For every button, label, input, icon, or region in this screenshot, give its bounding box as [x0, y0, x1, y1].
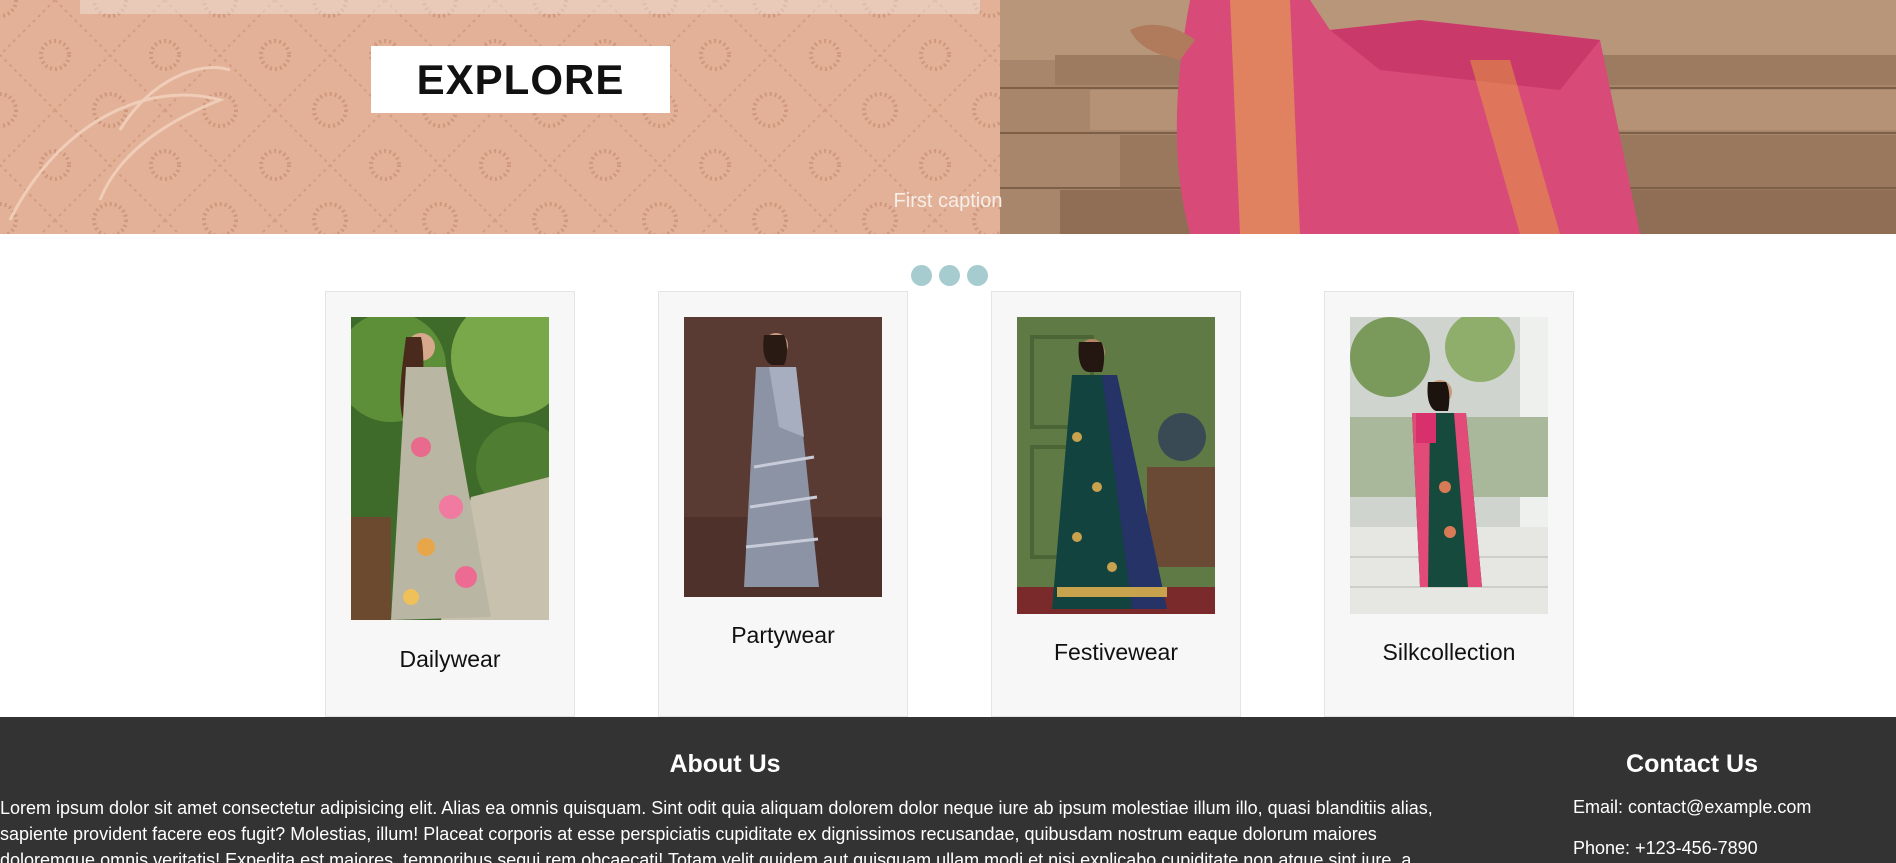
contact-email[interactable]: Email: contact@example.com — [1573, 797, 1811, 818]
about-us-text: Lorem ipsum dolor sit amet consectetur a… — [0, 798, 1433, 863]
carousel-indicators — [911, 265, 988, 286]
festivewear-image[interactable] — [1017, 317, 1215, 614]
carousel-indicator-1[interactable] — [911, 265, 932, 286]
hero-carousel[interactable]: EXPLORE First caption — [0, 0, 1896, 234]
partywear-image[interactable] — [684, 317, 882, 597]
category-card-silkcollection[interactable]: Silkcollection — [1324, 291, 1574, 717]
carousel-indicator-3[interactable] — [967, 265, 988, 286]
category-title-dailywear[interactable]: Dailywear — [326, 646, 574, 673]
category-title-partywear[interactable]: Partywear — [659, 622, 907, 649]
site-footer: About Us Lorem ipsum dolor sit amet cons… — [0, 717, 1896, 863]
about-us-heading: About Us — [669, 750, 781, 778]
contact-us-heading: Contact Us — [1626, 750, 1758, 778]
category-card-festivewear[interactable]: Festivewear — [991, 291, 1241, 717]
hero-caption: First caption — [893, 190, 1003, 212]
explore-button[interactable]: EXPLORE — [371, 46, 670, 113]
category-title-festivewear[interactable]: Festivewear — [992, 639, 1240, 666]
category-card-dailywear[interactable]: Dailywear — [325, 291, 575, 717]
contact-phone[interactable]: Phone: +123-456-7890 — [1573, 838, 1758, 859]
silkcollection-image[interactable] — [1350, 317, 1548, 614]
carousel-indicator-2[interactable] — [939, 265, 960, 286]
category-card-partywear[interactable]: Partywear — [658, 291, 908, 717]
dailywear-image[interactable] — [351, 317, 549, 620]
category-title-silkcollection[interactable]: Silkcollection — [1325, 639, 1573, 666]
